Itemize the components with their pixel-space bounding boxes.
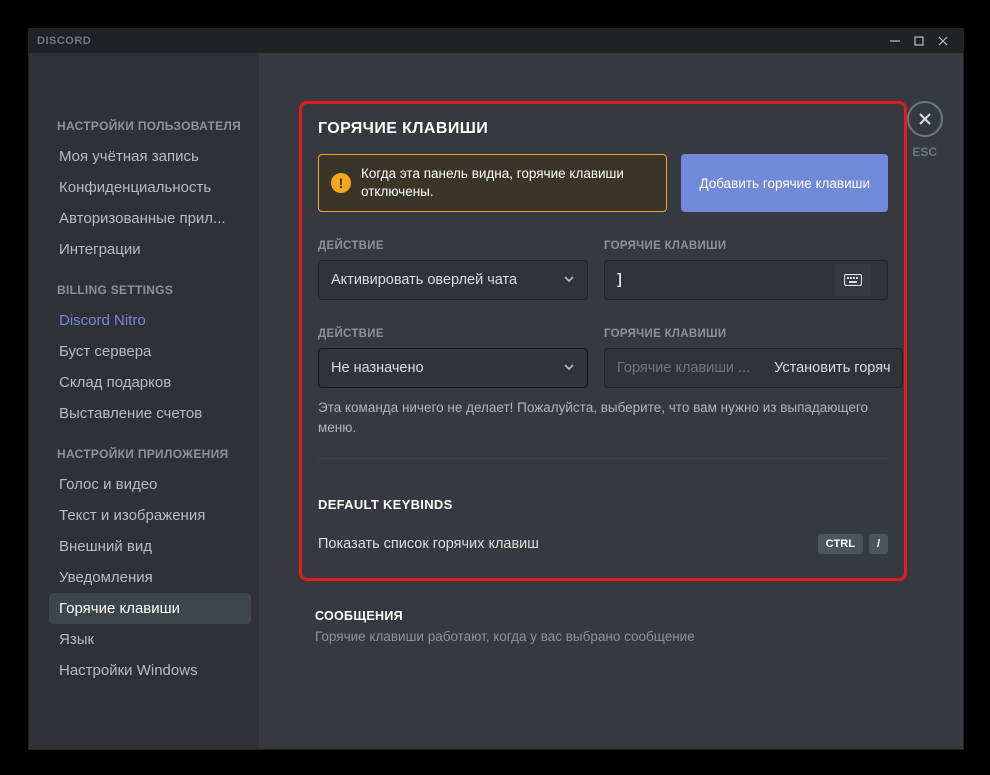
keybind-input-1[interactable]: ] bbox=[604, 260, 888, 300]
maximize-button[interactable] bbox=[907, 31, 931, 51]
close-label: ESC bbox=[912, 145, 937, 159]
close-settings-button[interactable] bbox=[907, 101, 943, 137]
warning-icon: ! bbox=[331, 173, 351, 193]
action-label-2: ДЕЙСТВИЕ bbox=[318, 328, 588, 340]
action-select-2[interactable]: Не назначено bbox=[318, 348, 588, 388]
warning-banner: ! Когда эта панель видна, горячие клавиш… bbox=[318, 154, 667, 212]
sidebar-item-billing[interactable]: Выставление счетов bbox=[49, 398, 251, 429]
messages-section: СООБЩЕНИЯ Горячие клавиши работают, когд… bbox=[299, 609, 923, 644]
sidebar-header-app: НАСТРОЙКИ ПРИЛОЖЕНИЯ bbox=[57, 447, 251, 461]
record-keybind-button[interactable]: Установить горяч bbox=[762, 349, 902, 387]
titlebar: DISCORD bbox=[29, 29, 963, 53]
settings-content: ESC ГОРЯЧИЕ КЛАВИШИ ! Когда эта панель в… bbox=[259, 53, 963, 749]
app-window: DISCORD НАСТРОЙКИ ПОЛЬЗОВАТЕЛЯ Моя учётн… bbox=[28, 28, 964, 750]
keybinds-panel: ГОРЯЧИЕ КЛАВИШИ ! Когда эта панель видна… bbox=[299, 101, 907, 581]
sidebar-item-text[interactable]: Текст и изображения bbox=[49, 500, 251, 531]
keyboard-icon bbox=[844, 274, 862, 286]
sidebar-item-account[interactable]: Моя учётная запись bbox=[49, 141, 251, 172]
sidebar-item-notifications[interactable]: Уведомления bbox=[49, 562, 251, 593]
close-icon bbox=[917, 111, 933, 127]
app-name: DISCORD bbox=[37, 35, 91, 47]
show-hotkey-list-label: Показать список горячих клавиш bbox=[318, 536, 539, 552]
chevron-down-icon bbox=[563, 273, 575, 288]
close-window-button[interactable] bbox=[931, 31, 955, 51]
minimize-button[interactable] bbox=[883, 31, 907, 51]
action-label-1: ДЕЙСТВИЕ bbox=[318, 240, 588, 252]
sidebar-item-gift-inventory[interactable]: Склад подарков bbox=[49, 367, 251, 398]
sidebar-item-auth-apps[interactable]: Авторизованные прил... bbox=[49, 203, 251, 234]
action-value-1: Активировать оверлей чата bbox=[331, 272, 517, 288]
sidebar-item-windows[interactable]: Настройки Windows bbox=[49, 655, 251, 686]
sidebar-item-appearance[interactable]: Внешний вид bbox=[49, 531, 251, 562]
keyboard-icon-button[interactable] bbox=[835, 264, 871, 296]
key-chip-slash: / bbox=[869, 534, 888, 554]
keybind-placeholder-2: Горячие клавиши ... bbox=[605, 360, 762, 376]
sidebar-item-nitro[interactable]: Discord Nitro bbox=[49, 305, 251, 336]
chevron-down-icon bbox=[563, 361, 575, 376]
sidebar-item-voice[interactable]: Голос и видео bbox=[49, 469, 251, 500]
action-select-1[interactable]: Активировать оверлей чата bbox=[318, 260, 588, 300]
default-keybinds-title: DEFAULT KEYBINDS bbox=[318, 497, 888, 512]
default-keybind-row: Показать список горячих клавиш CTRL / bbox=[318, 534, 888, 554]
settings-sidebar: НАСТРОЙКИ ПОЛЬЗОВАТЕЛЯ Моя учётная запис… bbox=[29, 53, 259, 749]
warning-text: Когда эта панель видна, горячие клавиши … bbox=[361, 165, 654, 201]
sidebar-header-user: НАСТРОЙКИ ПОЛЬЗОВАТЕЛЯ bbox=[57, 119, 251, 133]
keybind-value-1: ] bbox=[617, 272, 831, 288]
page-title: ГОРЯЧИЕ КЛАВИШИ bbox=[318, 120, 888, 138]
keybind-label-1: ГОРЯЧИЕ КЛАВИШИ bbox=[604, 240, 888, 252]
keybind-help-text: Эта команда ничего не делает! Пожалуйста… bbox=[318, 398, 888, 437]
sidebar-item-language[interactable]: Язык bbox=[49, 624, 251, 655]
action-value-2: Не назначено bbox=[331, 360, 424, 376]
sidebar-item-integrations[interactable]: Интеграции bbox=[49, 234, 251, 265]
key-combo: CTRL / bbox=[818, 534, 888, 554]
sidebar-item-keybinds[interactable]: Горячие клавиши bbox=[49, 593, 251, 624]
keybind-input-2[interactable]: Горячие клавиши ... Установить горяч bbox=[604, 348, 903, 388]
messages-help: Горячие клавиши работают, когда у вас вы… bbox=[315, 629, 907, 644]
key-chip-ctrl: CTRL bbox=[818, 534, 863, 554]
messages-title: СООБЩЕНИЯ bbox=[315, 609, 907, 623]
sidebar-header-billing: BILLING SETTINGS bbox=[57, 283, 251, 297]
divider bbox=[318, 458, 888, 459]
keybind-label-2: ГОРЯЧИЕ КЛАВИШИ bbox=[604, 328, 903, 340]
sidebar-item-privacy[interactable]: Конфиденциальность bbox=[49, 172, 251, 203]
add-keybind-button[interactable]: Добавить горячие клавиши bbox=[681, 154, 888, 212]
sidebar-item-boost[interactable]: Буст сервера bbox=[49, 336, 251, 367]
